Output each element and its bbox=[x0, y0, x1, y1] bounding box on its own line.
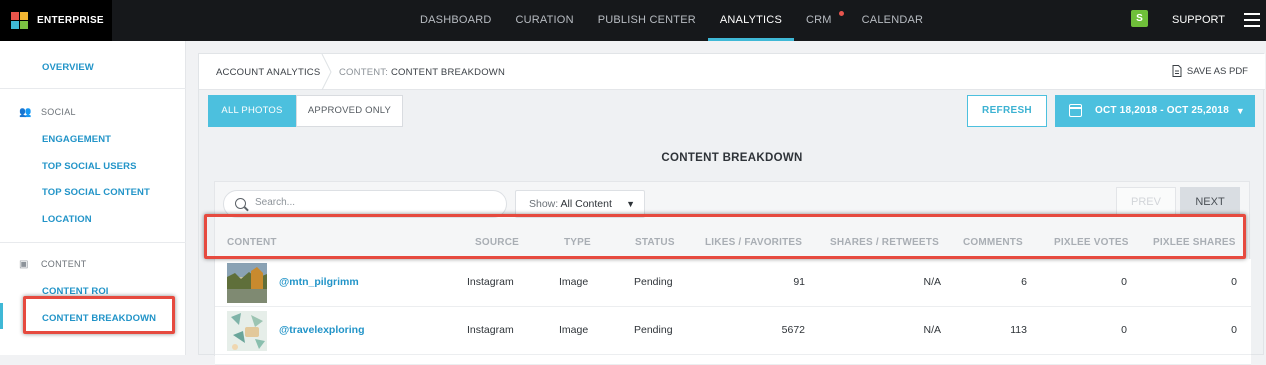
support-link[interactable]: SUPPORT bbox=[1172, 0, 1225, 40]
sidebar-divider bbox=[0, 88, 186, 89]
breadcrumb-account-analytics[interactable]: ACCOUNT ANALYTICS bbox=[216, 67, 320, 78]
cell-pixlee-shares: 0 bbox=[1231, 276, 1237, 288]
cell-shares: N/A bbox=[923, 324, 941, 336]
nav-crm[interactable]: CRM bbox=[794, 0, 850, 41]
cell-source: Instagram bbox=[467, 276, 514, 288]
document-icon bbox=[1172, 65, 1182, 77]
breadcrumb-chevron-icon bbox=[321, 54, 332, 90]
sidebar-item-engagement[interactable]: ENGAGEMENT bbox=[42, 134, 111, 145]
cell-shares: N/A bbox=[923, 276, 941, 288]
breadcrumb-current: CONTENT: CONTENT BREAKDOWN bbox=[339, 67, 505, 78]
main-content: ACCOUNT ANALYTICS CONTENT: CONTENT BREAK… bbox=[198, 53, 1265, 365]
content-username[interactable]: @travelexploring bbox=[279, 324, 365, 336]
cell-source: Instagram bbox=[467, 324, 514, 336]
cell-pixlee-shares: 0 bbox=[1231, 324, 1237, 336]
breadcrumb-current-label: CONTENT BREAKDOWN bbox=[390, 67, 506, 78]
cell-likes: 91 bbox=[793, 276, 805, 288]
image-icon: ▣ bbox=[19, 259, 29, 270]
prev-button[interactable]: PREV bbox=[1116, 187, 1176, 217]
nav-dashboard[interactable]: DASHBOARD bbox=[408, 0, 503, 41]
nav-publish-center[interactable]: PUBLISH CENTER bbox=[586, 0, 708, 41]
nav-crm-label: CRM bbox=[806, 14, 832, 26]
breadcrumb: ACCOUNT ANALYTICS CONTENT: CONTENT BREAK… bbox=[199, 54, 1265, 90]
content-username[interactable]: @mtn_pilgrimm bbox=[279, 276, 359, 288]
nav-analytics[interactable]: ANALYTICS bbox=[707, 0, 795, 41]
table-row[interactable]: @travelexploring Instagram Image Pending… bbox=[215, 307, 1251, 355]
chevron-down-icon: ▼ bbox=[1235, 106, 1245, 116]
calendar-icon bbox=[1069, 104, 1082, 117]
sidebar-heading-social: 👥 SOCIAL bbox=[19, 107, 76, 118]
table-row[interactable]: @mtn_pilgrimm Instagram Image Pending 91… bbox=[215, 259, 1251, 307]
avatar[interactable]: S bbox=[1131, 10, 1148, 27]
sidebar-heading-social-label: SOCIAL bbox=[41, 107, 76, 117]
approved-only-button[interactable]: APPROVED ONLY bbox=[296, 95, 403, 127]
users-icon: 👥 bbox=[19, 107, 32, 118]
table-body: @mtn_pilgrimm Instagram Image Pending 91… bbox=[215, 259, 1251, 365]
next-button[interactable]: NEXT bbox=[1180, 187, 1240, 217]
show-filter-label: Show: bbox=[529, 198, 559, 210]
show-filter-value: All Content bbox=[560, 198, 612, 210]
content-table-panel: Show: All Content ▼ PREV NEXT CONTENT SO… bbox=[214, 181, 1251, 365]
brand-logo[interactable]: ENTERPRISE bbox=[0, 0, 112, 41]
cell-comments: 6 bbox=[1021, 276, 1027, 288]
highlight-box-sidebar bbox=[23, 296, 175, 334]
active-indicator bbox=[0, 303, 3, 329]
sidebar-heading-content-label: CONTENT bbox=[41, 259, 87, 269]
save-as-pdf-button[interactable]: SAVE AS PDF bbox=[1172, 65, 1248, 77]
nav-calendar[interactable]: CALENDAR bbox=[850, 0, 936, 41]
cell-likes: 5672 bbox=[781, 324, 805, 336]
search-input[interactable] bbox=[255, 197, 495, 208]
save-as-pdf-label: SAVE AS PDF bbox=[1186, 65, 1248, 77]
notification-dot-icon bbox=[838, 11, 844, 16]
main-nav: DASHBOARD CURATION PUBLISH CENTER ANALYT… bbox=[408, 0, 935, 41]
date-range-picker[interactable]: OCT 18,2018 - OCT 25,2018 ▼ bbox=[1055, 95, 1255, 127]
content-thumbnail[interactable] bbox=[227, 311, 267, 351]
sidebar-item-top-social-content[interactable]: TOP SOCIAL CONTENT bbox=[42, 187, 150, 198]
sidebar-item-overview[interactable]: OVERVIEW bbox=[42, 62, 94, 73]
cell-type: Image bbox=[559, 324, 589, 336]
sidebar-heading-content: ▣ CONTENT bbox=[19, 259, 87, 270]
content-thumbnail[interactable] bbox=[227, 263, 267, 303]
nav-curation[interactable]: CURATION bbox=[503, 0, 585, 41]
sidebar-item-location[interactable]: LOCATION bbox=[42, 214, 92, 225]
brand-name: ENTERPRISE bbox=[37, 15, 104, 26]
cell-pixlee-votes: 0 bbox=[1121, 324, 1127, 336]
logo-icon bbox=[11, 12, 28, 29]
refresh-button[interactable]: REFRESH bbox=[967, 95, 1047, 127]
highlight-box-table-header bbox=[204, 214, 1246, 259]
date-range-label: OCT 18,2018 - OCT 25,2018 bbox=[1095, 105, 1229, 116]
cell-type: Image bbox=[559, 276, 589, 288]
all-photos-button[interactable]: ALL PHOTOS bbox=[208, 95, 296, 127]
cell-status: Pending bbox=[634, 276, 673, 288]
cell-comments: 113 bbox=[1010, 324, 1027, 336]
sidebar-item-top-social-users[interactable]: TOP SOCIAL USERS bbox=[42, 161, 137, 172]
search-icon bbox=[235, 198, 246, 209]
hamburger-menu-icon[interactable] bbox=[1237, 0, 1266, 41]
breadcrumb-current-prefix: CONTENT: bbox=[339, 67, 389, 78]
table-row[interactable] bbox=[215, 355, 1251, 365]
section-title: CONTENT BREAKDOWN bbox=[661, 152, 803, 164]
cell-status: Pending bbox=[634, 324, 673, 336]
top-navbar: ENTERPRISE DASHBOARD CURATION PUBLISH CE… bbox=[0, 0, 1266, 41]
sidebar-divider bbox=[0, 242, 186, 243]
cell-pixlee-votes: 0 bbox=[1121, 276, 1127, 288]
